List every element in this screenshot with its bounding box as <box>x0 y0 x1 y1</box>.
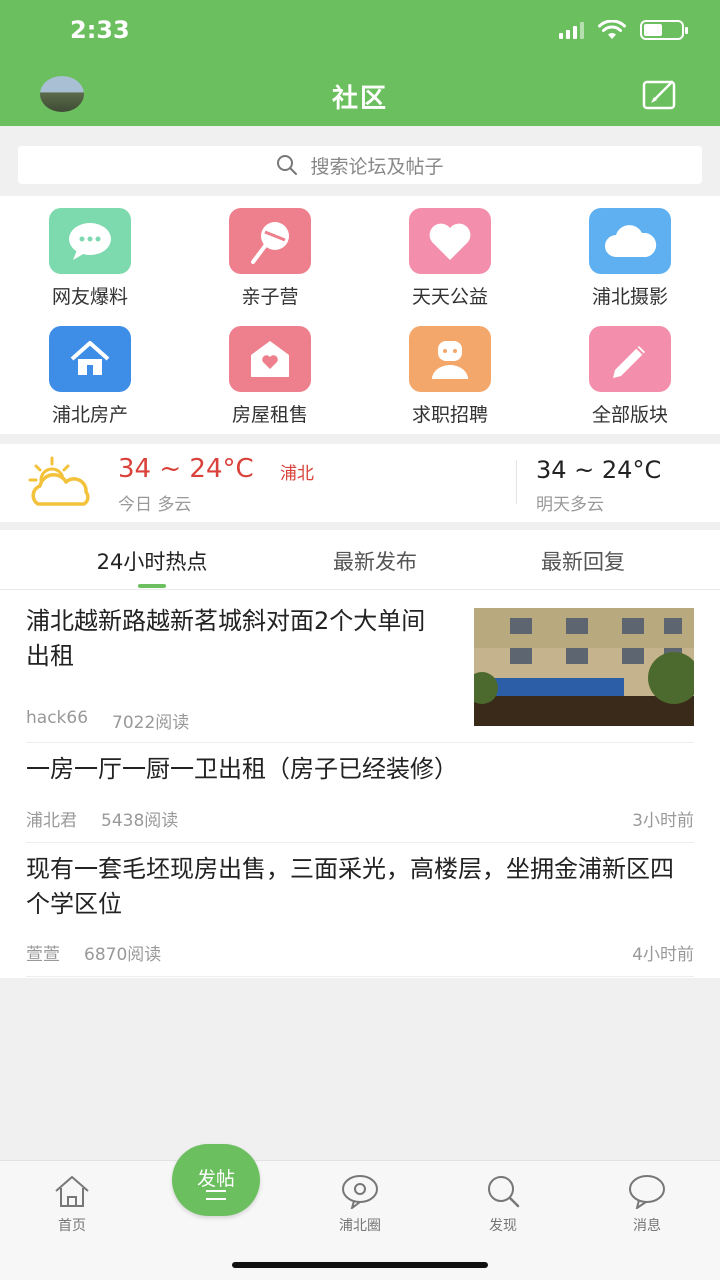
circle-chat-icon <box>342 1175 378 1209</box>
heart-icon <box>409 208 491 274</box>
nav-home[interactable]: 首页 <box>22 1173 122 1235</box>
person-icon <box>409 326 491 392</box>
home-icon <box>55 1176 89 1207</box>
nav-label: 发现 <box>489 1218 517 1234</box>
active-tab-indicator <box>138 584 166 588</box>
lollipop-icon <box>229 208 311 274</box>
tomorrow-temperature: 34 ~ 24°C <box>536 456 662 484</box>
post-time: 4小时前 <box>632 945 694 965</box>
post-meta: 萱萱 6870阅读 <box>26 940 161 965</box>
post-reads: 7022阅读 <box>112 713 190 733</box>
post-thumbnail[interactable] <box>474 608 694 726</box>
signal-icon <box>559 21 584 39</box>
new-post-button[interactable]: 发帖 <box>172 1144 260 1216</box>
weather-divider <box>516 460 517 504</box>
category-label: 亲子营 <box>241 286 299 308</box>
category-item[interactable]: 求职招聘 <box>360 314 540 432</box>
search-icon <box>488 1176 520 1208</box>
search-input[interactable]: 搜索论坛及帖子 <box>18 146 702 184</box>
tab-24h-hot[interactable]: 24小时热点 <box>52 546 252 576</box>
category-label: 求职招聘 <box>411 404 488 426</box>
post-title: 浦北越新路越新茗城斜对面2个大单间出租 <box>26 607 426 670</box>
home-indicator <box>232 1262 488 1268</box>
post-author: 萱萱 <box>26 945 60 965</box>
search-placeholder: 搜索论坛及帖子 <box>310 155 444 178</box>
today-temperature: 34 ~ 24°C <box>118 454 254 484</box>
category-label: 房屋租售 <box>231 404 308 426</box>
post-author: 浦北君 <box>26 811 77 831</box>
chat-bubble-icon <box>49 208 131 274</box>
post-reads: 6870阅读 <box>84 945 162 965</box>
category-label: 天天公益 <box>411 286 488 308</box>
post-title: 现有一套毛坯现房出售，三面采光，高楼层，坐拥金浦新区四个学区位 <box>26 855 674 918</box>
compose-icon[interactable] <box>642 78 678 110</box>
post-title: 一房一厅一厨一卫出租（房子已经装修） <box>26 755 458 783</box>
nav-label: 首页 <box>58 1218 86 1234</box>
weather-card[interactable]: 34 ~ 24°C 浦北 今日 多云 34 ~ 24°C 明天多云 <box>0 444 720 522</box>
nav-messages[interactable]: 消息 <box>597 1173 697 1235</box>
nav-label: 浦北圈 <box>339 1218 381 1234</box>
house-icon <box>49 326 131 392</box>
post-divider <box>26 742 694 743</box>
category-grid: 网友爆料 亲子营 天天公益 浦北摄影 浦北房产 房屋租售 求职招聘 全部版块 <box>0 196 720 434</box>
post-meta: 浦北君 5438阅读 <box>26 806 178 831</box>
post-reads: 5438阅读 <box>101 811 179 831</box>
today-description: 今日 多云 <box>118 495 192 515</box>
nav-discover[interactable]: 发现 <box>453 1173 553 1235</box>
wifi-icon <box>598 20 626 39</box>
category-item[interactable]: 亲子营 <box>180 196 360 314</box>
new-post-label: 发帖 <box>196 1168 235 1190</box>
category-label: 浦北房产 <box>51 404 128 426</box>
nav-label: 消息 <box>633 1218 661 1234</box>
post-author: hack66 <box>26 708 89 728</box>
status-icons <box>559 20 688 40</box>
header: 2:33 社区 <box>0 0 720 126</box>
page-title: 社区 <box>331 84 388 114</box>
search-area: 搜索论坛及帖子 <box>0 126 720 196</box>
category-item[interactable]: 房屋租售 <box>180 314 360 432</box>
menu-lines-icon <box>206 1190 226 1200</box>
category-item[interactable]: 浦北摄影 <box>540 196 720 314</box>
post-divider <box>26 976 694 977</box>
post-divider <box>26 842 694 843</box>
message-icon <box>629 1175 665 1209</box>
nav-pubei-circle[interactable]: 浦北圈 <box>310 1173 410 1235</box>
partly-cloudy-icon <box>28 456 90 506</box>
status-time: 2:33 <box>70 16 130 44</box>
category-label: 网友爆料 <box>51 286 128 308</box>
tomorrow-description: 明天多云 <box>536 495 604 515</box>
category-item[interactable]: 天天公益 <box>360 196 540 314</box>
weather-location: 浦北 <box>280 464 314 484</box>
list-item[interactable]: 一房一厅一厨一卫出租（房子已经装修） 浦北君 5438阅读 3小时前 <box>26 752 694 832</box>
list-item[interactable]: 现有一套毛坯现房出售，三面采光，高楼层，坐拥金浦新区四个学区位 萱萱 6870阅… <box>26 852 694 968</box>
feed-tabs: 24小时热点 最新发布 最新回复 <box>0 530 720 590</box>
battery-icon <box>640 20 688 40</box>
category-label: 浦北摄影 <box>591 286 668 308</box>
post-meta: hack66 7022阅读 <box>26 708 189 733</box>
tab-latest-replies[interactable]: 最新回复 <box>483 546 683 576</box>
category-item[interactable]: 浦北房产 <box>0 314 180 432</box>
cloud-icon <box>589 208 671 274</box>
tab-latest-posts[interactable]: 最新发布 <box>275 546 475 576</box>
house-heart-icon <box>229 326 311 392</box>
category-label: 全部版块 <box>591 404 668 426</box>
post-time: 3小时前 <box>632 811 694 831</box>
category-item[interactable]: 全部版块 <box>540 314 720 432</box>
pencil-icon <box>589 326 671 392</box>
category-item[interactable]: 网友爆料 <box>0 196 180 314</box>
search-icon <box>277 155 298 175</box>
post-list: 浦北越新路越新茗城斜对面2个大单间出租 hack66 7022阅读 一房一厅一厨… <box>0 590 720 978</box>
